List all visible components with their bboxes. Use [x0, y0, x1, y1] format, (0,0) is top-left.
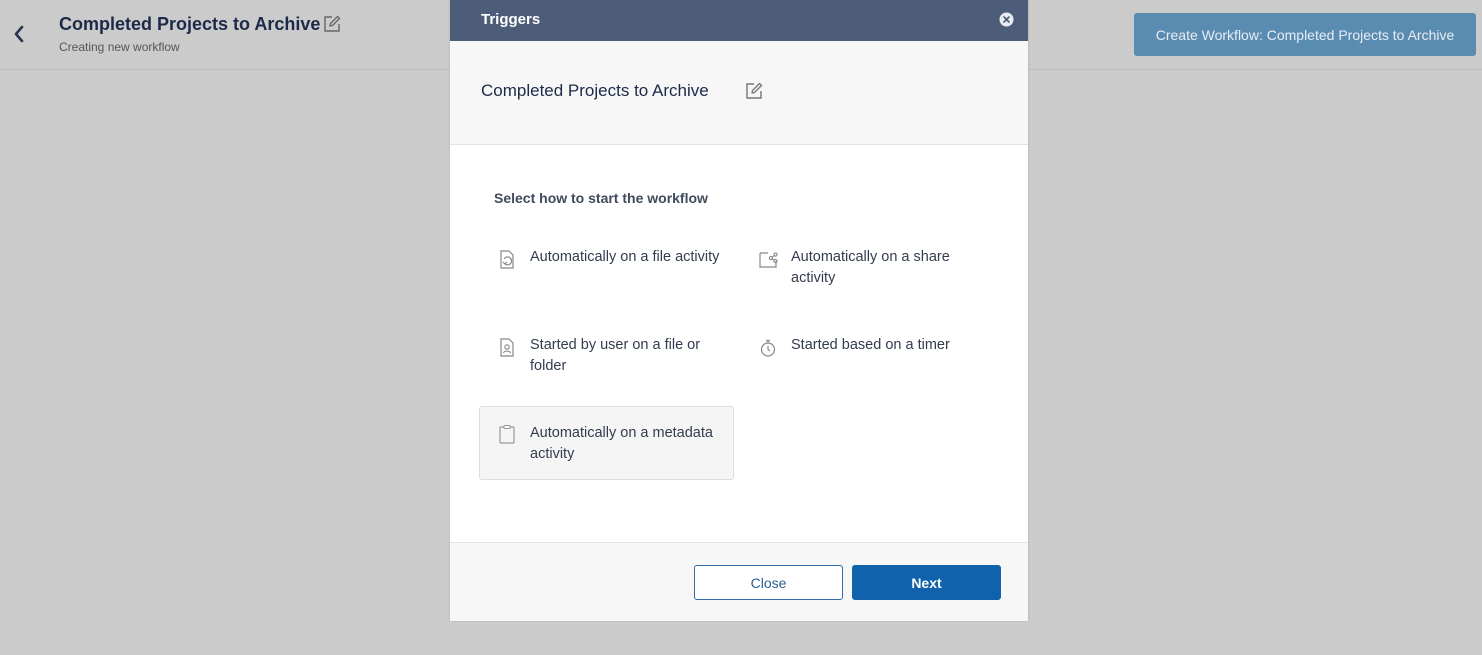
user-file-icon [500, 338, 514, 357]
option-label: Automatically on a file activity [530, 249, 720, 265]
share-activity-icon [759, 252, 778, 268]
close-circle-icon [999, 12, 1014, 27]
modal-close-button[interactable] [999, 12, 1014, 27]
workflow-name-band: Completed Projects to Archive [450, 41, 1028, 145]
timer-icon [760, 339, 776, 357]
modal-footer: Close Next [450, 542, 1028, 621]
modal-header: Triggers [450, 0, 1028, 41]
edit-icon [324, 15, 341, 32]
option-label: Started based on a timer [791, 337, 950, 353]
trigger-option-timer[interactable]: Started based on a timer [740, 322, 995, 396]
trigger-option-share-activity[interactable]: Automatically on a share activity [740, 234, 995, 308]
option-label: Automatically on a metadata activity [530, 425, 713, 462]
trigger-option-file-activity[interactable]: Automatically on a file activity [479, 234, 734, 308]
file-activity-icon [500, 250, 514, 269]
create-workflow-button[interactable]: Create Workflow: Completed Projects to A… [1134, 13, 1476, 56]
edit-title-button[interactable] [322, 14, 342, 34]
clipboard-icon [499, 424, 515, 444]
edit-workflow-name-button[interactable] [744, 81, 764, 101]
triggers-modal: Triggers Completed Projects to Archive S… [450, 0, 1028, 621]
edit-icon [746, 82, 763, 99]
section-label: Select how to start the workflow [494, 190, 708, 206]
close-button[interactable]: Close [694, 565, 843, 600]
option-label: Automatically on a share activity [791, 249, 950, 286]
back-button[interactable] [8, 22, 30, 46]
workflow-name: Completed Projects to Archive [481, 81, 709, 100]
page-subtitle: Creating new workflow [59, 40, 180, 54]
option-label: Started by user on a file or folder [530, 337, 701, 374]
trigger-option-metadata-activity[interactable]: Automatically on a metadata activity [479, 406, 734, 480]
modal-title: Triggers [481, 11, 541, 28]
chevron-left-icon [14, 25, 24, 43]
next-button[interactable]: Next [852, 565, 1001, 600]
page-title: Completed Projects to Archive [59, 14, 321, 34]
trigger-option-user-file[interactable]: Started by user on a file or folder [479, 322, 734, 396]
